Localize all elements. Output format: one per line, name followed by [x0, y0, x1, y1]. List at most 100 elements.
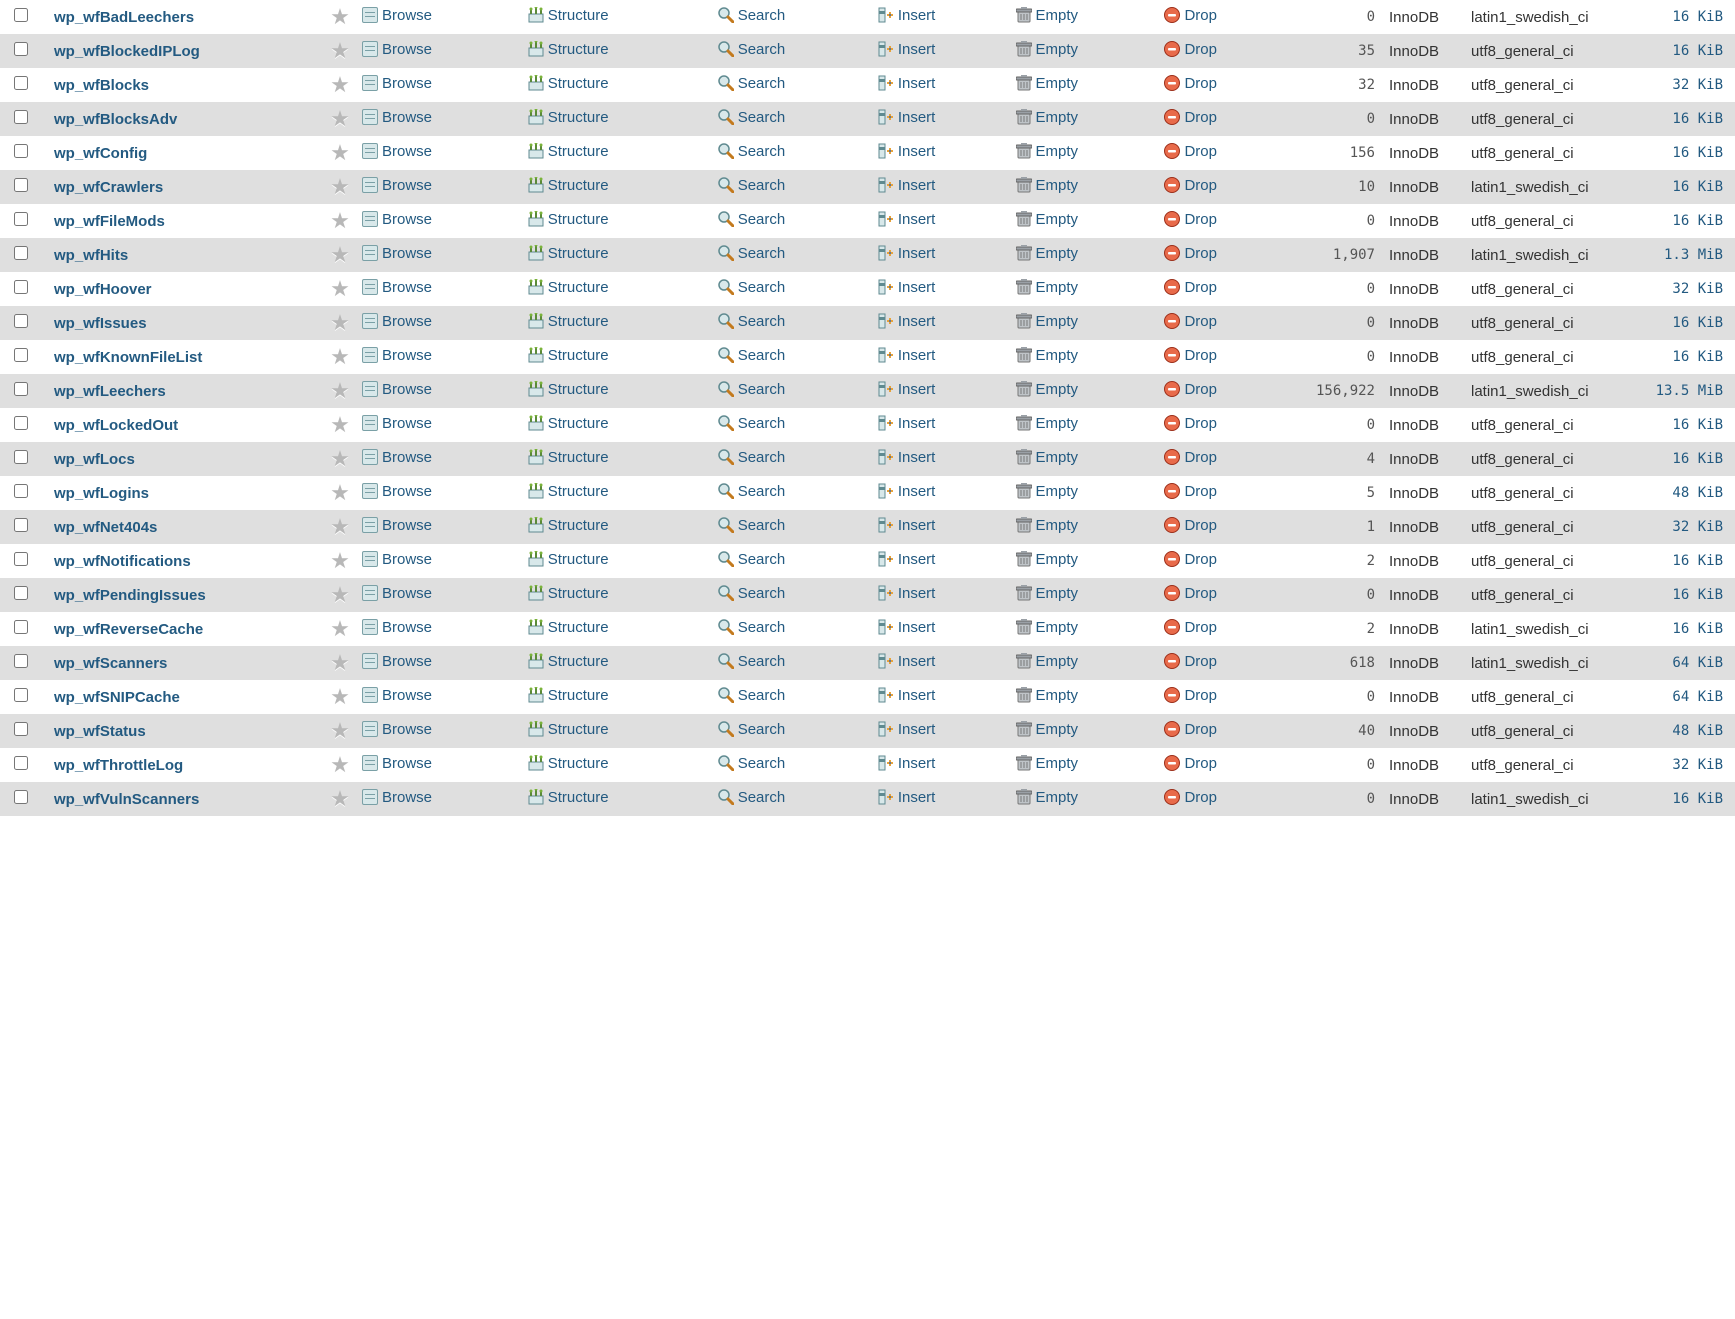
- browse-action[interactable]: Browse: [362, 517, 432, 534]
- row-checkbox[interactable]: [14, 246, 28, 260]
- empty-action[interactable]: Empty: [1016, 551, 1079, 568]
- search-action[interactable]: Search: [718, 755, 786, 772]
- structure-action[interactable]: Structure: [528, 347, 609, 364]
- star-icon[interactable]: ★: [330, 448, 350, 470]
- search-action[interactable]: Search: [718, 517, 786, 534]
- table-name-link[interactable]: wp_wfStatus: [54, 723, 146, 740]
- empty-action[interactable]: Empty: [1016, 143, 1079, 160]
- row-checkbox[interactable]: [14, 450, 28, 464]
- search-action[interactable]: Search: [718, 75, 786, 92]
- browse-action[interactable]: Browse: [362, 177, 432, 194]
- table-name-link[interactable]: wp_wfHits: [54, 247, 128, 264]
- empty-action[interactable]: Empty: [1016, 347, 1079, 364]
- search-action[interactable]: Search: [718, 347, 786, 364]
- row-checkbox[interactable]: [14, 382, 28, 396]
- row-checkbox[interactable]: [14, 586, 28, 600]
- structure-action[interactable]: Structure: [528, 245, 609, 262]
- table-name-link[interactable]: wp_wfIssues: [54, 315, 147, 332]
- drop-action[interactable]: Drop: [1164, 211, 1217, 228]
- drop-action[interactable]: Drop: [1164, 789, 1217, 806]
- empty-action[interactable]: Empty: [1016, 279, 1079, 296]
- row-checkbox[interactable]: [14, 620, 28, 634]
- browse-action[interactable]: Browse: [362, 653, 432, 670]
- browse-action[interactable]: Browse: [362, 279, 432, 296]
- row-checkbox[interactable]: [14, 42, 28, 56]
- star-icon[interactable]: ★: [330, 584, 350, 606]
- star-icon[interactable]: ★: [330, 550, 350, 572]
- drop-action[interactable]: Drop: [1164, 653, 1217, 670]
- insert-action[interactable]: Insert: [878, 415, 936, 432]
- table-name-link[interactable]: wp_wfFileMods: [54, 213, 165, 230]
- star-icon[interactable]: ★: [330, 74, 350, 96]
- browse-action[interactable]: Browse: [362, 313, 432, 330]
- structure-action[interactable]: Structure: [528, 109, 609, 126]
- table-name-link[interactable]: wp_wfScanners: [54, 655, 167, 672]
- star-icon[interactable]: ★: [330, 6, 350, 28]
- star-icon[interactable]: ★: [330, 278, 350, 300]
- table-name-link[interactable]: wp_wfLeechers: [54, 383, 166, 400]
- drop-action[interactable]: Drop: [1164, 415, 1217, 432]
- star-icon[interactable]: ★: [330, 482, 350, 504]
- drop-action[interactable]: Drop: [1164, 75, 1217, 92]
- empty-action[interactable]: Empty: [1016, 449, 1079, 466]
- structure-action[interactable]: Structure: [528, 381, 609, 398]
- star-icon[interactable]: ★: [330, 652, 350, 674]
- star-icon[interactable]: ★: [330, 142, 350, 164]
- structure-action[interactable]: Structure: [528, 177, 609, 194]
- table-name-link[interactable]: wp_wfNotifications: [54, 553, 191, 570]
- drop-action[interactable]: Drop: [1164, 721, 1217, 738]
- drop-action[interactable]: Drop: [1164, 755, 1217, 772]
- insert-action[interactable]: Insert: [878, 653, 936, 670]
- star-icon[interactable]: ★: [330, 210, 350, 232]
- row-checkbox[interactable]: [14, 144, 28, 158]
- structure-action[interactable]: Structure: [528, 789, 609, 806]
- row-checkbox[interactable]: [14, 654, 28, 668]
- drop-action[interactable]: Drop: [1164, 483, 1217, 500]
- structure-action[interactable]: Structure: [528, 279, 609, 296]
- table-name-link[interactable]: wp_wfCrawlers: [54, 179, 163, 196]
- search-action[interactable]: Search: [718, 381, 786, 398]
- star-icon[interactable]: ★: [330, 108, 350, 130]
- browse-action[interactable]: Browse: [362, 483, 432, 500]
- insert-action[interactable]: Insert: [878, 177, 936, 194]
- table-name-link[interactable]: wp_wfLocs: [54, 451, 135, 468]
- table-name-link[interactable]: wp_wfLockedOut: [54, 417, 178, 434]
- star-icon[interactable]: ★: [330, 720, 350, 742]
- empty-action[interactable]: Empty: [1016, 75, 1079, 92]
- row-checkbox[interactable]: [14, 416, 28, 430]
- search-action[interactable]: Search: [718, 619, 786, 636]
- empty-action[interactable]: Empty: [1016, 313, 1079, 330]
- browse-action[interactable]: Browse: [362, 449, 432, 466]
- structure-action[interactable]: Structure: [528, 75, 609, 92]
- row-checkbox[interactable]: [14, 76, 28, 90]
- table-name-link[interactable]: wp_wfThrottleLog: [54, 757, 183, 774]
- insert-action[interactable]: Insert: [878, 143, 936, 160]
- browse-action[interactable]: Browse: [362, 143, 432, 160]
- insert-action[interactable]: Insert: [878, 41, 936, 58]
- insert-action[interactable]: Insert: [878, 483, 936, 500]
- empty-action[interactable]: Empty: [1016, 789, 1079, 806]
- browse-action[interactable]: Browse: [362, 755, 432, 772]
- search-action[interactable]: Search: [718, 177, 786, 194]
- insert-action[interactable]: Insert: [878, 755, 936, 772]
- empty-action[interactable]: Empty: [1016, 721, 1079, 738]
- table-name-link[interactable]: wp_wfBlockedIPLog: [54, 43, 200, 60]
- drop-action[interactable]: Drop: [1164, 313, 1217, 330]
- insert-action[interactable]: Insert: [878, 211, 936, 228]
- row-checkbox[interactable]: [14, 688, 28, 702]
- search-action[interactable]: Search: [718, 41, 786, 58]
- browse-action[interactable]: Browse: [362, 109, 432, 126]
- insert-action[interactable]: Insert: [878, 279, 936, 296]
- drop-action[interactable]: Drop: [1164, 449, 1217, 466]
- search-action[interactable]: Search: [718, 483, 786, 500]
- insert-action[interactable]: Insert: [878, 551, 936, 568]
- table-name-link[interactable]: wp_wfNet404s: [54, 519, 157, 536]
- browse-action[interactable]: Browse: [362, 789, 432, 806]
- structure-action[interactable]: Structure: [528, 7, 609, 24]
- empty-action[interactable]: Empty: [1016, 653, 1079, 670]
- empty-action[interactable]: Empty: [1016, 177, 1079, 194]
- row-checkbox[interactable]: [14, 8, 28, 22]
- table-name-link[interactable]: wp_wfVulnScanners: [54, 791, 199, 808]
- structure-action[interactable]: Structure: [528, 653, 609, 670]
- insert-action[interactable]: Insert: [878, 381, 936, 398]
